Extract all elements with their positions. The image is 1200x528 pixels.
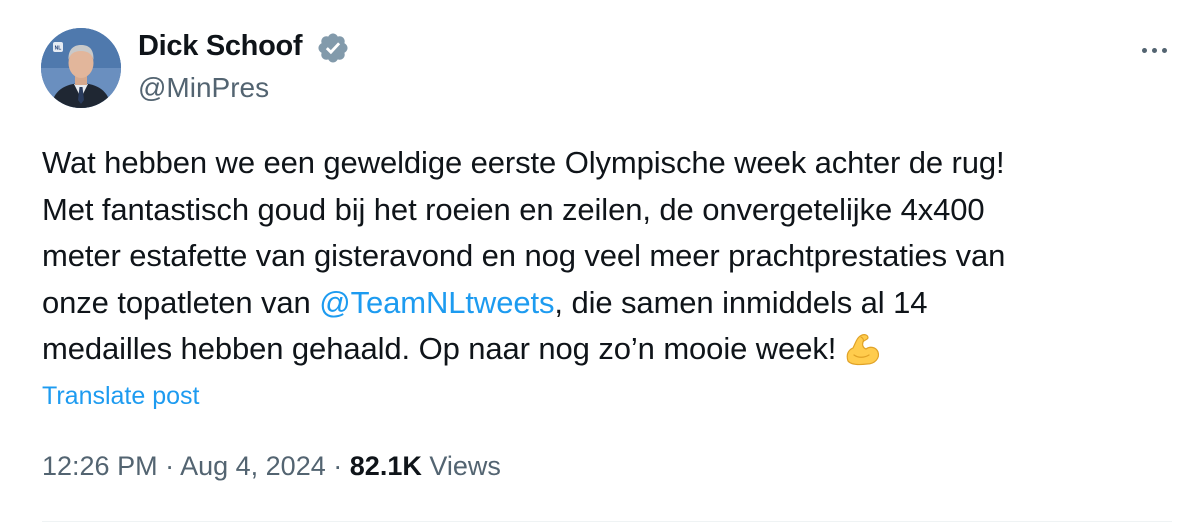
translate-post-link[interactable]: Translate post (42, 382, 199, 411)
meta-separator: · (165, 451, 175, 481)
profile-photo-icon: NL (41, 28, 121, 108)
post-time[interactable]: 12:26 PM (42, 451, 158, 481)
author-display-name[interactable]: Dick Schoof (138, 30, 303, 63)
dot-icon (1141, 47, 1147, 53)
post-text: Wat hebben we een geweldige eerste Olymp… (42, 140, 1172, 373)
dot-icon (1151, 47, 1157, 53)
dot-icon (1161, 47, 1167, 53)
mention-link[interactable]: @TeamNLtweets (319, 285, 554, 320)
post-text-line: medailles hebben gehaald. Op naar nog zo… (42, 326, 1172, 373)
divider (42, 521, 1172, 522)
post-date[interactable]: Aug 4, 2024 (180, 451, 326, 481)
more-options-icon[interactable] (1136, 32, 1172, 68)
post-text-line: Wat hebben we een geweldige eerste Olymp… (42, 145, 1005, 180)
views-label: Views (429, 451, 501, 481)
post-text-segment: onze topatleten van (42, 284, 320, 320)
post-text-line: onze topatleten van @TeamNLtweets, die s… (42, 280, 1172, 327)
post-text-segment: medailles hebben gehaald. Op naar nog zo… (42, 331, 837, 366)
views-count[interactable]: 82.1K (350, 451, 422, 481)
post-text-line: meter estafette van gisteravond en nog v… (42, 238, 1006, 273)
flexed-biceps-icon (846, 334, 880, 366)
post-text-line: Met fantastisch goud bij het roeien en z… (42, 191, 985, 227)
post-metadata: 12:26 PM · Aug 4, 2024 · 82.1K Views (42, 451, 501, 482)
avatar[interactable]: NL (41, 28, 121, 108)
author-handle[interactable]: @MinPres (138, 72, 269, 104)
svg-text:NL: NL (55, 46, 62, 52)
post-text-segment: , die samen inmiddels al 14 (554, 284, 928, 320)
verified-badge-icon[interactable] (316, 31, 350, 65)
meta-separator: · (333, 451, 343, 481)
post-card: NL Dick Schoof @MinPres Wat hebben we ee… (0, 0, 1200, 528)
